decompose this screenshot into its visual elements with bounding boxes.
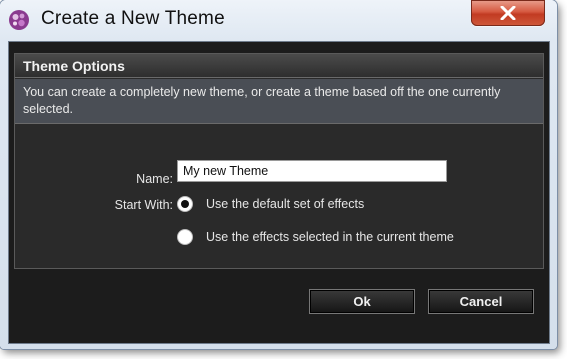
radio-current-theme-effects-label: Use the effects selected in the current … bbox=[206, 230, 454, 244]
panel-description: You can create a completely new theme, o… bbox=[15, 79, 543, 124]
dialog-body: Theme Options You can create a completel… bbox=[8, 41, 550, 344]
theme-options-panel: Theme Options You can create a completel… bbox=[14, 53, 544, 269]
title-bar[interactable]: Create a New Theme bbox=[0, 0, 557, 40]
close-button[interactable] bbox=[471, 0, 545, 26]
close-icon bbox=[500, 6, 516, 20]
name-label: Name: bbox=[136, 172, 173, 186]
radio-default-effects[interactable]: Use the default set of effects bbox=[177, 196, 364, 212]
cancel-button[interactable]: Cancel bbox=[428, 289, 534, 314]
start-with-label: Start With: bbox=[114, 198, 173, 212]
window-title: Create a New Theme bbox=[41, 8, 225, 29]
app-icon bbox=[8, 9, 30, 31]
radio-current-theme-effects[interactable]: Use the effects selected in the current … bbox=[177, 229, 454, 245]
radio-default-effects-label: Use the default set of effects bbox=[206, 197, 365, 211]
dialog-window: Create a New Theme Theme Options You can… bbox=[0, 0, 557, 349]
radio-button-unchecked[interactable] bbox=[177, 229, 193, 245]
name-input[interactable] bbox=[177, 160, 447, 182]
ok-button[interactable]: Ok bbox=[309, 289, 415, 314]
radio-button-checked[interactable] bbox=[177, 196, 193, 212]
panel-header: Theme Options bbox=[15, 54, 543, 78]
